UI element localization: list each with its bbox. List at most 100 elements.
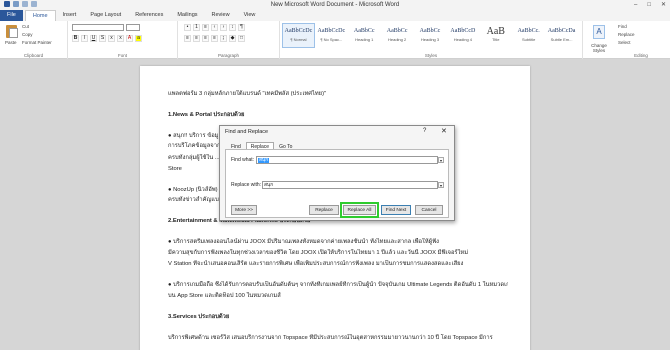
decrease-indent-icon[interactable]: ‹	[211, 24, 218, 31]
font-group-label: Font	[117, 53, 127, 58]
line-spacing-icon[interactable]: ↨	[220, 35, 227, 42]
replace-with-input[interactable]: สนุก	[262, 181, 438, 189]
style-tile[interactable]: AaBbCcD Heading 4	[446, 23, 479, 48]
style-tile[interactable]: AaBbCc Heading 3	[414, 23, 447, 48]
style-name: Subtle Em...	[550, 37, 573, 42]
justify-icon[interactable]: ≡	[211, 35, 218, 42]
close-window-button[interactable]: ✕	[661, 0, 666, 10]
style-tile[interactable]: AaBbCcDa Subtle Em...	[545, 23, 578, 48]
dialog-title: Find and Replace	[225, 129, 269, 135]
tab-home[interactable]: Home	[24, 10, 56, 21]
style-name: Subtitle	[522, 37, 536, 42]
more-button[interactable]: More >>	[231, 205, 257, 215]
cut-button[interactable]: Cut	[22, 24, 29, 29]
subscript-icon[interactable]: x	[108, 35, 115, 42]
style-tile[interactable]: AaBbCcDc ¶ No Spac...	[315, 23, 348, 48]
change-styles-button[interactable]: Change Styles	[590, 43, 608, 53]
font-name-box[interactable]	[72, 24, 124, 31]
style-name: ¶ Normal	[290, 37, 307, 42]
format-painter-button[interactable]: Format Painter	[22, 40, 52, 45]
clipboard-group: Paste Cut Copy Format Painter Clipboard	[0, 21, 68, 59]
document-line: ● บริการสตรีมเพลงออนไลน์ผ่าน JOOX มีปริม…	[168, 239, 440, 245]
style-tile[interactable]: AaBbCc Heading 1	[348, 23, 381, 48]
bullets-icon[interactable]: •	[184, 24, 191, 31]
italic-icon[interactable]: I	[81, 35, 88, 42]
style-name: Heading 4	[453, 37, 473, 42]
paste-icon[interactable]	[6, 25, 18, 38]
tab-review[interactable]: Review	[205, 10, 237, 21]
editing-group-label: Editing	[634, 53, 648, 58]
style-name: ¶ No Spac...	[320, 37, 343, 42]
show-marks-icon[interactable]: ¶	[238, 24, 245, 31]
styles-gallery: AaBbCcDc ¶ Normal AaBbCcDc ¶ No Spac... AaBb…	[282, 23, 578, 48]
tab-page-layout[interactable]: Page Layout	[83, 10, 128, 21]
help-button[interactable]: ?	[423, 128, 426, 134]
replace-dropdown-icon[interactable]: ▾	[438, 182, 444, 188]
change-styles-icon[interactable]: A	[593, 25, 605, 39]
style-tile[interactable]: AaBbCc Heading 2	[381, 23, 414, 48]
document-line: มีความสุขกับการฟังเพลงในทุกช่วงเวลาของชี…	[168, 250, 469, 256]
replace-button[interactable]: Replace	[618, 32, 635, 37]
editing-group: Find Replace Select Editing	[612, 21, 670, 59]
multilevel-list-icon[interactable]: ≡	[202, 24, 209, 31]
find-next-button[interactable]: Find Next	[381, 205, 411, 215]
find-what-input[interactable]: สนุก	[256, 156, 438, 164]
borders-icon[interactable]: □	[238, 35, 245, 42]
document-line: V Station ที่จะนำเสนอคอนเสิร์ต และรายการ…	[168, 261, 464, 267]
document-line: แพลตฟอร์ม 3 กลุ่มหลักภายใต้แบรนด์ "เทคมี…	[168, 91, 327, 97]
style-sample: AaBbCcDa	[547, 28, 576, 34]
strikethrough-icon[interactable]: S	[99, 35, 106, 42]
replace-all-button[interactable]: Replace All	[340, 202, 379, 218]
shading-icon[interactable]: ◆	[229, 35, 236, 42]
tab-insert[interactable]: Insert	[56, 10, 84, 21]
superscript-icon[interactable]: x	[117, 35, 124, 42]
replace-with-value: สนุก	[264, 183, 274, 188]
sort-icon[interactable]: ↕	[229, 24, 236, 31]
replace-single-button[interactable]: Replace	[309, 205, 339, 215]
style-sample: AaBbCc	[353, 28, 375, 34]
find-dropdown-icon[interactable]: ▾	[438, 157, 444, 163]
title-bar: New Microsoft Word Document - Microsoft …	[0, 0, 670, 10]
style-name: Title	[492, 37, 500, 42]
paste-button[interactable]: Paste	[5, 40, 17, 45]
maximize-button[interactable]: □	[647, 0, 651, 10]
tab-references[interactable]: References	[128, 10, 170, 21]
paragraph-group-label: Paragraph	[217, 53, 239, 58]
replace-with-label: Replace with:	[231, 182, 262, 188]
cancel-button[interactable]: Cancel	[415, 205, 443, 215]
tab-file[interactable]: File	[0, 10, 23, 21]
find-what-value: สนุก	[258, 158, 270, 163]
font-color-icon[interactable]: A	[126, 35, 133, 42]
align-right-icon[interactable]: ≡	[202, 35, 209, 42]
increase-indent-icon[interactable]: ›	[220, 24, 227, 31]
bold-icon[interactable]: B	[72, 35, 79, 42]
style-sample: AaBbCc.	[517, 28, 540, 34]
style-name: Heading 3	[420, 37, 440, 42]
style-sample: AaBbCc	[419, 28, 441, 34]
style-tile[interactable]: AaB Title	[479, 23, 512, 48]
tab-mailings[interactable]: Mailings	[170, 10, 204, 21]
numbering-icon[interactable]: 1	[193, 24, 200, 31]
style-tile[interactable]: AaBbCc. Subtitle	[512, 23, 545, 48]
font-size-box[interactable]	[126, 24, 140, 31]
find-button[interactable]: Find	[618, 24, 627, 29]
font-group: B I U S x x A a Font	[68, 21, 178, 59]
style-name: Heading 2	[387, 37, 407, 42]
style-sample: AaBbCcDc	[284, 28, 313, 34]
align-center-icon[interactable]: ≡	[193, 35, 200, 42]
tab-view[interactable]: View	[237, 10, 263, 21]
style-tile[interactable]: AaBbCcDc ¶ Normal	[282, 23, 315, 48]
section-heading: 1.News & Portal ประกอบด้วย	[168, 112, 245, 118]
document-line: บริการพิเศษด้าน เซอร์วิส เสนอบริการงานจา…	[168, 335, 493, 341]
copy-button[interactable]: Copy	[22, 32, 33, 37]
highlight-icon[interactable]: a	[135, 35, 142, 42]
minimize-button[interactable]: –	[634, 0, 637, 10]
underline-icon[interactable]: U	[90, 35, 97, 42]
style-sample: AaBbCcDc	[317, 28, 346, 34]
window-title: New Microsoft Word Document - Microsoft …	[270, 2, 400, 8]
close-dialog-button[interactable]: ✕	[441, 127, 447, 135]
replace-panel: Find what: สนุก ▾ Replace with: สนุก ▾ M…	[225, 149, 449, 218]
find-what-label: Find what:	[231, 157, 255, 163]
select-button[interactable]: Select	[618, 40, 631, 45]
align-left-icon[interactable]: ≡	[184, 35, 191, 42]
